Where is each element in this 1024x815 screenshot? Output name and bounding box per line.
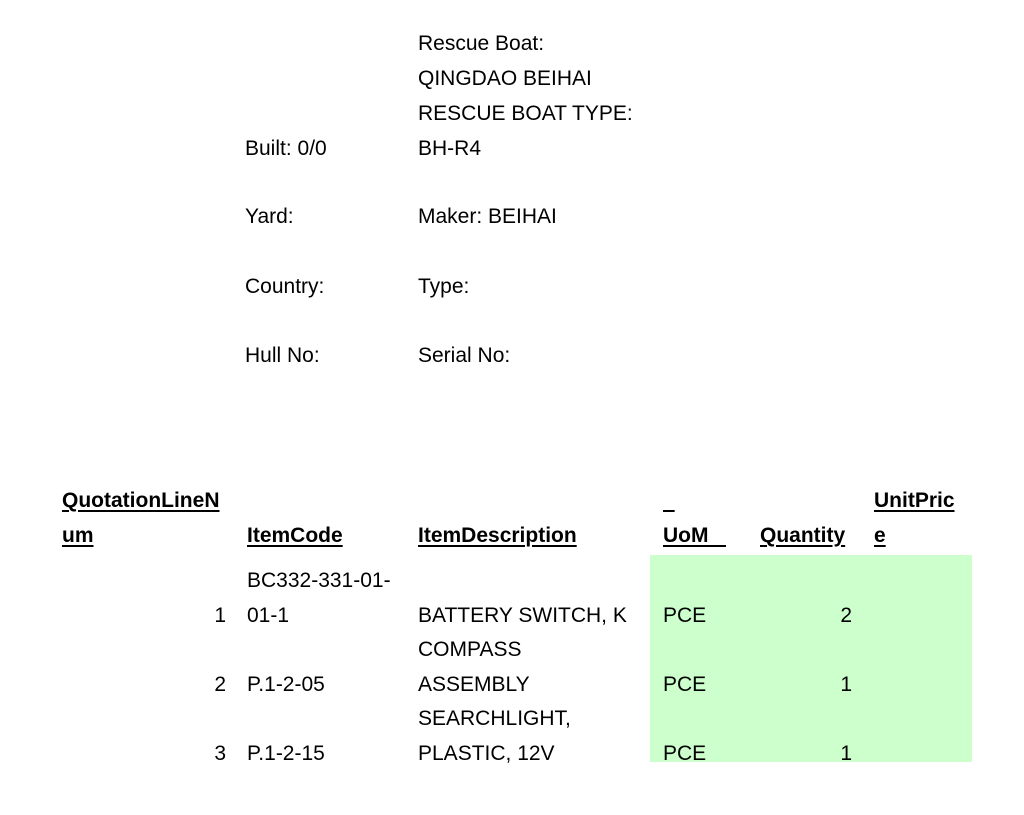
particulars-value: QINGDAO BEIHAI bbox=[418, 67, 592, 90]
serial-no-label: Serial No: bbox=[418, 344, 511, 367]
item-description-line2: PLASTIC, 12V bbox=[418, 742, 555, 765]
particulars-row: Rescue Boat: bbox=[0, 26, 1024, 61]
quotation-document: Rescue Boat: QINGDAO BEIHAI RESCUE BOAT … bbox=[0, 0, 1024, 815]
item-code-line2: P.1-2-15 bbox=[247, 742, 325, 765]
uom-value: PCE bbox=[663, 673, 707, 696]
item-description-line2: BATTERY SWITCH, K bbox=[418, 604, 627, 627]
yard-label: Yard: bbox=[245, 205, 294, 228]
header-unit-price: UnitPric bbox=[874, 489, 955, 512]
header-quotation-line-num: QuotationLineN bbox=[62, 489, 220, 512]
particulars-row-built: Built: 0/0 BH-R4 bbox=[0, 131, 1024, 166]
header-quantity: Quantity bbox=[760, 524, 846, 547]
uom-value: PCE bbox=[663, 742, 707, 765]
particulars-value: RESCUE BOAT TYPE: bbox=[418, 102, 633, 125]
particulars-row-hull: Hull No: Serial No: bbox=[0, 338, 1024, 373]
item-code-line2: P.1-2-05 bbox=[247, 673, 325, 696]
line-number: 2 bbox=[214, 673, 226, 696]
boat-model-value: BH-R4 bbox=[418, 137, 482, 160]
header-item-description: ItemDescription bbox=[418, 524, 577, 547]
particulars-value: Rescue Boat: bbox=[418, 32, 545, 55]
line-number: 1 bbox=[214, 604, 226, 627]
quantity-value: 2 bbox=[840, 604, 852, 627]
item-code-line2: 01-1 bbox=[247, 604, 290, 627]
built-label: Built: 0/0 bbox=[245, 137, 327, 160]
quotation-line-items-table: QuotationLineN um ItemCode ItemDescripti… bbox=[0, 483, 1024, 783]
particulars-row: QINGDAO BEIHAI bbox=[0, 61, 1024, 96]
particulars-row-yard: Yard: Maker: BEIHAI bbox=[0, 199, 1024, 234]
country-label: Country: bbox=[245, 275, 325, 298]
header-item-code: ItemCode bbox=[247, 524, 343, 547]
header-uom: UoM bbox=[663, 524, 726, 547]
particulars-row: RESCUE BOAT TYPE: bbox=[0, 96, 1024, 131]
item-description-line2: ASSEMBLY bbox=[418, 673, 530, 696]
item-description-line1: COMPASS bbox=[418, 638, 522, 661]
type-label: Type: bbox=[418, 275, 470, 298]
maker-value: Maker: BEIHAI bbox=[418, 205, 557, 228]
line-number: 3 bbox=[214, 742, 226, 765]
hull-no-label: Hull No: bbox=[245, 344, 320, 367]
quantity-value: 1 bbox=[840, 742, 852, 765]
uom-value: PCE bbox=[663, 604, 707, 627]
quantity-value: 1 bbox=[840, 673, 852, 696]
item-description-line1: SEARCHLIGHT, bbox=[418, 707, 571, 730]
particulars-row-country: Country: Type: bbox=[0, 269, 1024, 304]
header-quotation-line-num-cont: um bbox=[62, 524, 94, 547]
header-uom-cont bbox=[663, 483, 675, 518]
header-unit-price-cont: e bbox=[874, 524, 886, 547]
item-code-line1: BC332-331-01- bbox=[247, 569, 391, 592]
